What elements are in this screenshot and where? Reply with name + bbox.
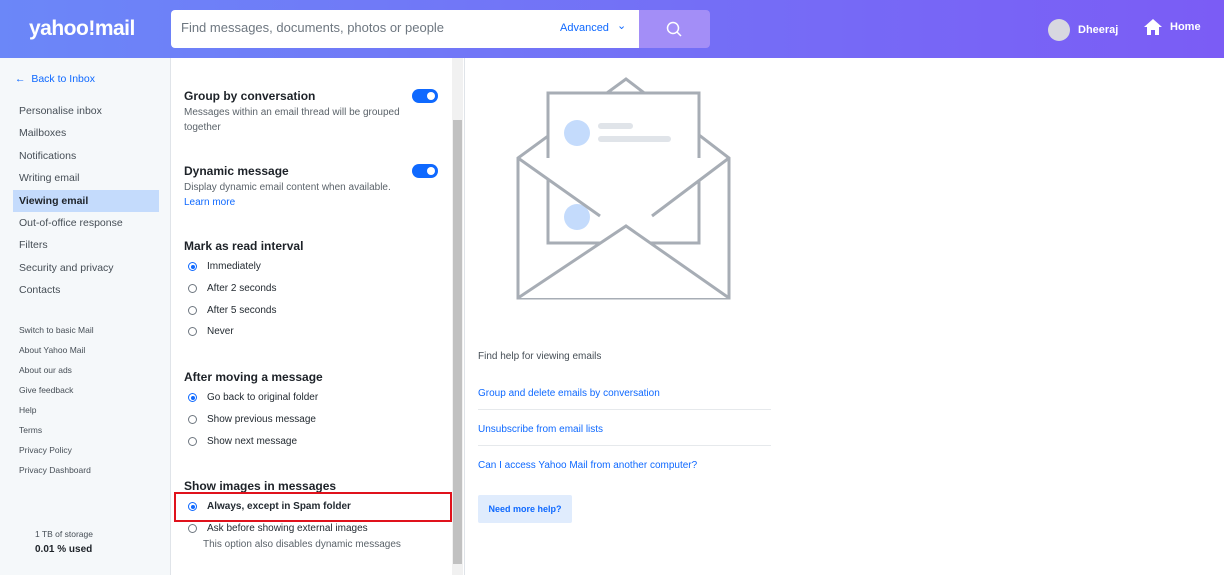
radio-after-5[interactable]: After 5 seconds: [188, 305, 276, 316]
radio-label: Show previous message: [207, 414, 316, 425]
group-toggle[interactable]: [412, 89, 438, 103]
avatar: [1048, 19, 1070, 41]
radio-next[interactable]: Show next message: [188, 436, 297, 447]
sidebar-item-security[interactable]: Security and privacy: [13, 257, 159, 279]
read-title: Mark as read interval: [184, 239, 304, 253]
radio-after-2[interactable]: After 2 seconds: [188, 283, 276, 294]
sidebar-item-filters[interactable]: Filters: [13, 234, 159, 256]
need-more-help-button[interactable]: Need more help?: [478, 495, 572, 523]
help-title: Find help for viewing emails: [478, 351, 602, 362]
scrollbar[interactable]: [452, 58, 463, 575]
home-button[interactable]: Home: [1143, 18, 1201, 36]
storage-used: 0.01 % used: [35, 544, 93, 555]
images-title: Show images in messages: [184, 479, 337, 493]
advanced-search-button[interactable]: Advanced: [560, 22, 609, 34]
radio-original-folder[interactable]: Go back to original folder: [188, 392, 318, 403]
header: yahoo!mail Advanced ⌄ Dheeraj Home: [0, 0, 1224, 58]
radio-label: Ask before showing external images: [207, 523, 368, 534]
link-basic-mail[interactable]: Switch to basic Mail: [19, 320, 94, 340]
back-to-inbox-link[interactable]: ← Back to Inbox: [15, 73, 95, 85]
link-terms[interactable]: Terms: [19, 420, 94, 440]
sidebar-item-notifications[interactable]: Notifications: [13, 145, 159, 167]
sidebar-item-viewing-email[interactable]: Viewing email: [13, 189, 159, 212]
link-feedback[interactable]: Give feedback: [19, 380, 94, 400]
radio-always[interactable]: Always, except in Spam folder: [188, 501, 351, 512]
sidebar-item-contacts[interactable]: Contacts: [13, 279, 159, 301]
radio-immediately[interactable]: Immediately: [188, 261, 261, 272]
sidebar-item-writing-email[interactable]: Writing email: [13, 167, 159, 189]
radio-label: After 5 seconds: [207, 305, 277, 316]
radio-never[interactable]: Never: [188, 326, 234, 337]
radio-label: Immediately: [207, 261, 261, 272]
envelope-illustration-icon: [516, 77, 731, 300]
search-button[interactable]: [639, 10, 710, 48]
settings-nav: Personalise inbox Mailboxes Notification…: [13, 100, 159, 302]
sidebar-item-out-of-office[interactable]: Out-of-office response: [13, 212, 159, 234]
help-link-unsubscribe[interactable]: Unsubscribe from email lists: [478, 424, 771, 446]
user-name: Dheeraj: [1078, 24, 1119, 36]
search-icon: [666, 21, 682, 37]
radio-label: Show next message: [207, 436, 298, 447]
help-link-group[interactable]: Group and delete emails by conversation: [478, 388, 771, 410]
help-link-access[interactable]: Can I access Yahoo Mail from another com…: [478, 460, 771, 481]
sidebar-item-personalise-inbox[interactable]: Personalise inbox: [13, 100, 159, 122]
dynamic-desc: Display dynamic email content when avail…: [184, 182, 391, 193]
radio-label: Go back to original folder: [207, 392, 319, 403]
search-box: Advanced ⌄: [171, 10, 639, 48]
yahoo-mail-logo[interactable]: yahoo!mail: [29, 17, 135, 41]
link-privacy-policy[interactable]: Privacy Policy: [19, 440, 94, 460]
chevron-down-icon[interactable]: ⌄: [617, 19, 626, 32]
user-menu[interactable]: Dheeraj: [1048, 19, 1118, 41]
link-privacy-dashboard[interactable]: Privacy Dashboard: [19, 460, 94, 480]
link-about[interactable]: About Yahoo Mail: [19, 340, 94, 360]
radio-label: Never: [207, 326, 234, 337]
radio-ask[interactable]: Ask before showing external images: [188, 523, 368, 534]
dynamic-title: Dynamic message: [184, 164, 289, 178]
radio-previous[interactable]: Show previous message: [188, 414, 316, 425]
radio-label: After 2 seconds: [207, 283, 277, 294]
help-panel: Find help for viewing emails Group and d…: [464, 58, 1224, 575]
back-label: Back to Inbox: [31, 73, 95, 85]
scrollbar-thumb[interactable]: [453, 120, 462, 564]
settings-panel: Group by conversation Messages within an…: [172, 58, 463, 575]
moving-title: After moving a message: [184, 370, 323, 384]
settings-sidebar: ← Back to Inbox Personalise inbox Mailbo…: [0, 58, 171, 575]
radio-label: Always, except in Spam folder: [207, 501, 351, 512]
link-ads[interactable]: About our ads: [19, 360, 94, 380]
search-input[interactable]: [181, 20, 541, 35]
storage-info: 1 TB of storage 0.01 % used: [35, 529, 93, 555]
link-help[interactable]: Help: [19, 400, 94, 420]
dynamic-toggle[interactable]: [412, 164, 438, 178]
home-label: Home: [1170, 21, 1201, 33]
arrow-left-icon: ←: [15, 73, 26, 85]
sidebar-item-mailboxes[interactable]: Mailboxes: [13, 122, 159, 144]
images-note: This option also disables dynamic messag…: [203, 539, 401, 550]
group-desc: Messages within an email thread will be …: [184, 107, 400, 133]
learn-more-link[interactable]: Learn more: [184, 195, 414, 210]
home-icon: [1144, 19, 1162, 35]
group-title: Group by conversation: [184, 89, 316, 103]
storage-total: 1 TB of storage: [35, 529, 93, 539]
footer-links: Switch to basic Mail About Yahoo Mail Ab…: [19, 320, 94, 480]
